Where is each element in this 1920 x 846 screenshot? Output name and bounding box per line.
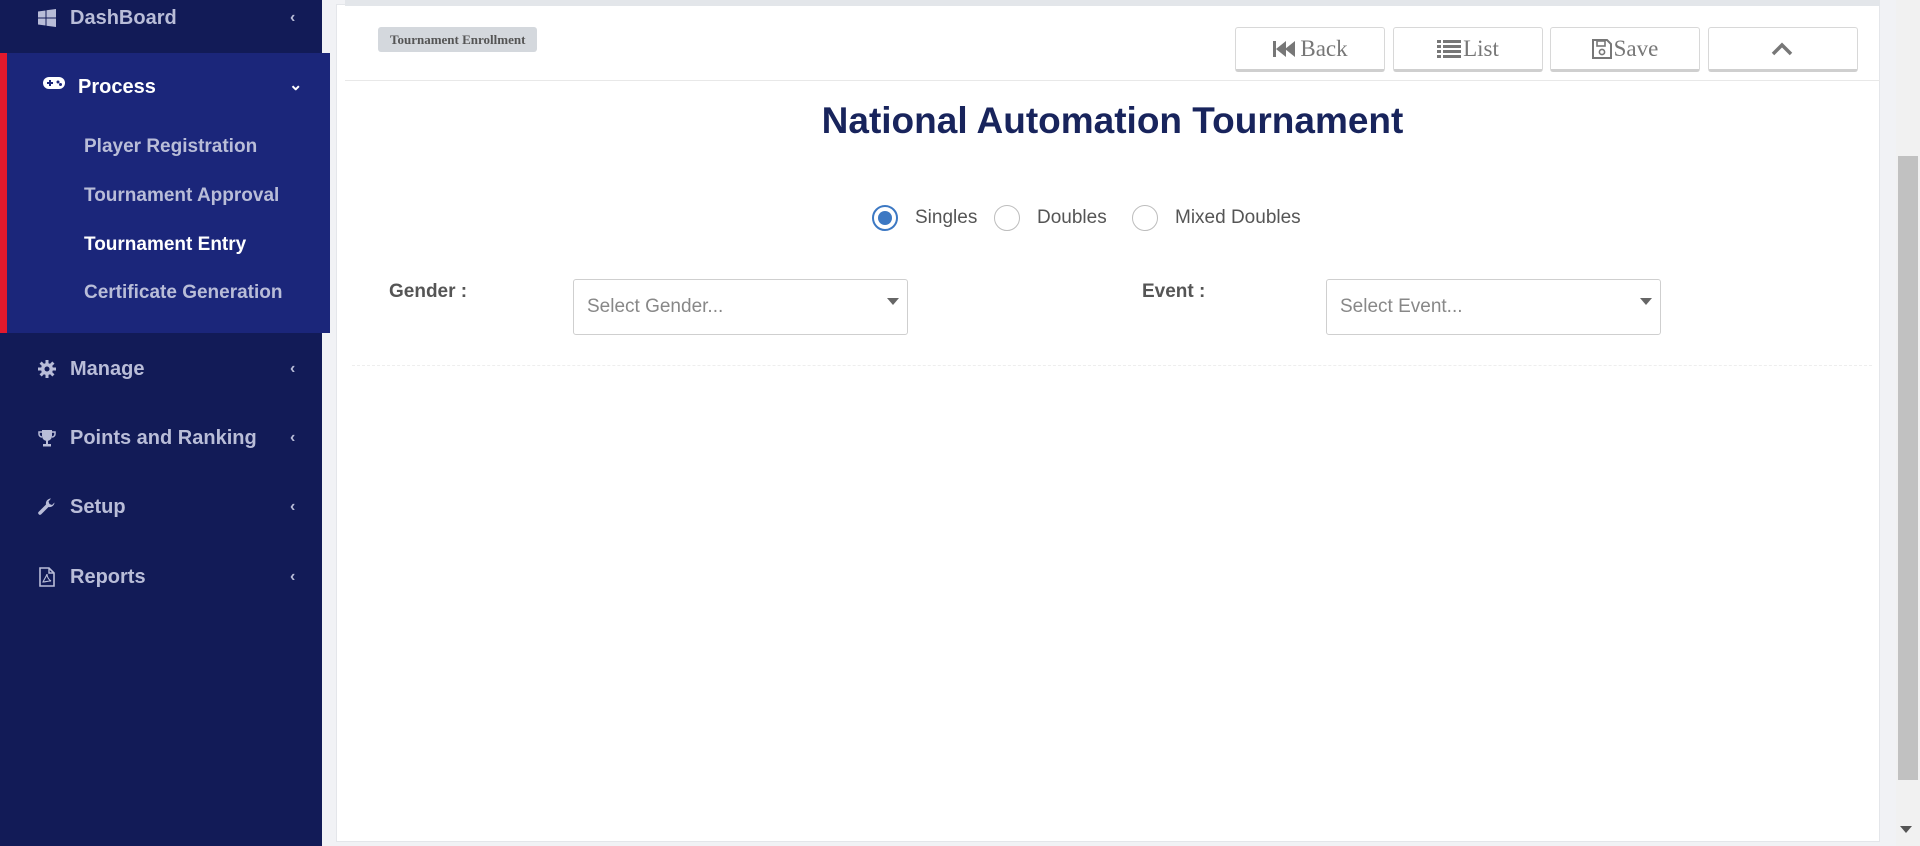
- gear-icon: [36, 358, 58, 380]
- nav-manage-label: Manage: [70, 357, 145, 380]
- nav-process-label: Process: [78, 76, 156, 98]
- nav-dashboard[interactable]: DashBoard ‹: [0, 0, 322, 43]
- windows-icon: [36, 7, 58, 29]
- trophy-icon: [36, 427, 58, 449]
- sidebar: DashBoard ‹ Process ⌄ Player Registratio…: [0, 0, 330, 846]
- radio-mixed-doubles[interactable]: Mixed Doubles: [1132, 205, 1301, 231]
- event-select-placeholder: Select Event...: [1340, 296, 1463, 317]
- caret-down-icon: [887, 298, 899, 305]
- radio-button-checked[interactable]: [872, 205, 898, 231]
- save-button-label: Save: [1613, 35, 1659, 61]
- radio-mixed-doubles-label: Mixed Doubles: [1175, 207, 1301, 228]
- radio-button[interactable]: [994, 205, 1020, 231]
- toolbar-divider: [345, 80, 1880, 81]
- list-button-label: List: [1463, 35, 1499, 61]
- chevron-up-icon: [1771, 42, 1793, 55]
- radio-doubles-label: Doubles: [1037, 207, 1107, 228]
- caret-down-icon: [1640, 298, 1652, 305]
- nav-certificate-generation[interactable]: Certificate Generation: [84, 282, 283, 304]
- form-divider: [352, 365, 1872, 366]
- event-label: Event :: [1142, 281, 1206, 302]
- nav-reports-label: Reports: [70, 565, 146, 588]
- back-button-label: Back: [1300, 35, 1348, 61]
- scrollbar-thumb[interactable]: [1898, 156, 1918, 780]
- back-button[interactable]: Back: [1235, 27, 1385, 72]
- chevron-left-icon: ‹: [290, 498, 296, 515]
- pdf-file-icon: [36, 566, 58, 588]
- page-title: National Automation Tournament: [821, 100, 1404, 141]
- chevron-left-icon: ‹: [290, 360, 296, 377]
- gender-select-placeholder: Select Gender...: [587, 296, 724, 317]
- list-icon: [1437, 39, 1462, 58]
- save-button[interactable]: Save: [1550, 27, 1700, 72]
- scroll-down-arrow-icon[interactable]: [1900, 826, 1912, 833]
- floppy-disk-icon: [1591, 38, 1612, 59]
- radio-singles[interactable]: Singles: [872, 205, 977, 231]
- nav-setup[interactable]: Setup ‹: [0, 482, 322, 532]
- nav-dashboard-label: DashBoard: [70, 6, 177, 29]
- backward-icon: [1273, 40, 1296, 57]
- radio-button[interactable]: [1132, 205, 1158, 231]
- breadcrumb-badge: Tournament Enrollment: [378, 27, 538, 52]
- gamepad-icon: [43, 74, 65, 97]
- wrench-icon: [36, 496, 58, 518]
- chevron-left-icon: ‹: [290, 429, 296, 446]
- nav-process[interactable]: Process ⌄: [7, 65, 330, 105]
- radio-doubles[interactable]: Doubles: [994, 205, 1107, 231]
- gender-label: Gender :: [389, 281, 468, 302]
- nav-tournament-approval[interactable]: Tournament Approval: [84, 185, 279, 207]
- nav-process-group: Process ⌄ Player Registration Tournament…: [0, 53, 330, 333]
- nav-player-registration[interactable]: Player Registration: [84, 136, 257, 158]
- chevron-down-icon: ⌄: [289, 77, 303, 94]
- event-select[interactable]: Select Event...: [1326, 279, 1661, 335]
- collapse-button[interactable]: [1708, 27, 1858, 72]
- nav-setup-label: Setup: [70, 495, 126, 518]
- nav-tournament-entry[interactable]: Tournament Entry: [84, 234, 246, 256]
- list-button[interactable]: List: [1393, 27, 1543, 72]
- nav-points-ranking[interactable]: Points and Ranking ‹: [0, 413, 322, 463]
- nav-reports[interactable]: Reports ‹: [0, 552, 322, 602]
- panel-top-border: [345, 0, 1880, 6]
- radio-singles-label: Singles: [915, 207, 978, 228]
- nav-manage[interactable]: Manage ‹: [0, 344, 322, 394]
- gender-select[interactable]: Select Gender...: [573, 279, 908, 335]
- chevron-left-icon: ‹: [290, 9, 296, 26]
- chevron-left-icon: ‹: [290, 568, 296, 585]
- nav-points-ranking-label: Points and Ranking: [70, 426, 257, 449]
